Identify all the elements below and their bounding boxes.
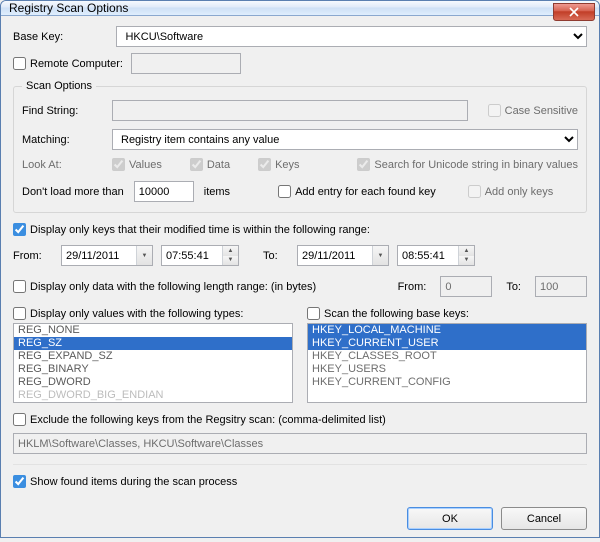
lookat-data-checkbox: Data	[190, 158, 230, 171]
length-from-input	[440, 276, 492, 297]
to-time-input[interactable]: ▲▼	[397, 245, 475, 266]
chevron-down-icon[interactable]: ▼	[372, 246, 388, 265]
spinner-down-icon[interactable]: ▼	[223, 256, 238, 266]
spinner-up-icon[interactable]: ▲	[459, 246, 474, 256]
to-date-input[interactable]: ▼	[297, 245, 389, 266]
exclude-input	[13, 433, 587, 454]
look-at-label: Look At:	[22, 159, 112, 171]
length-from-label: From:	[398, 281, 427, 293]
ok-button[interactable]: OK	[407, 507, 493, 530]
list-item[interactable]: REG_BINARY	[14, 363, 292, 376]
find-string-input	[112, 100, 468, 121]
chevron-down-icon[interactable]: ▼	[136, 246, 152, 265]
lookat-keys-checkbox: Keys	[258, 158, 299, 171]
base-keys-checkbox[interactable]: Scan the following base keys:	[307, 307, 587, 320]
value-types-checkbox[interactable]: Display only values with the following t…	[13, 307, 293, 320]
matching-select[interactable]: Registry item contains any value	[112, 129, 578, 150]
cancel-button[interactable]: Cancel	[501, 507, 587, 530]
length-to-label: To:	[506, 281, 521, 293]
dont-load-suffix: items	[204, 186, 230, 198]
length-to-input	[535, 276, 587, 297]
modified-range-checkbox[interactable]: Display only keys that their modified ti…	[13, 223, 370, 236]
matching-label: Matching:	[22, 134, 112, 146]
exclude-checkbox[interactable]: Exclude the following keys from the Regs…	[13, 413, 386, 426]
window-title: Registry Scan Options	[9, 1, 128, 15]
list-item[interactable]: HKEY_CURRENT_CONFIG	[308, 376, 586, 389]
close-button[interactable]	[553, 3, 595, 21]
close-icon	[569, 7, 579, 17]
dont-load-input[interactable]	[134, 181, 194, 202]
value-types-listbox[interactable]: REG_NONEREG_SZREG_EXPAND_SZREG_BINARYREG…	[13, 323, 293, 403]
dont-load-label: Don't load more than	[22, 186, 124, 198]
list-item[interactable]: REG_EXPAND_SZ	[14, 350, 292, 363]
add-only-keys-checkbox: Add only keys	[468, 185, 553, 198]
remote-computer-checkbox[interactable]: Remote Computer:	[13, 57, 123, 70]
from-date-input[interactable]: ▼	[61, 245, 153, 266]
to-label: To:	[263, 250, 289, 262]
find-string-label: Find String:	[22, 105, 112, 117]
titlebar[interactable]: Registry Scan Options	[1, 1, 599, 16]
list-item[interactable]: HKEY_USERS	[308, 363, 586, 376]
remote-computer-input	[131, 53, 241, 74]
list-item[interactable]: HKEY_CURRENT_USER	[308, 337, 586, 350]
show-found-checkbox[interactable]: Show found items during the scan process	[13, 475, 237, 488]
length-range-checkbox[interactable]: Display only data with the following len…	[13, 280, 316, 293]
list-item[interactable]: REG_NONE	[14, 324, 292, 337]
spinner-up-icon[interactable]: ▲	[223, 246, 238, 256]
list-item[interactable]: HKEY_CLASSES_ROOT	[308, 350, 586, 363]
add-entry-checkbox[interactable]: Add entry for each found key	[278, 185, 436, 198]
search-unicode-checkbox: Search for Unicode string in binary valu…	[357, 158, 578, 171]
scan-options-legend: Scan Options	[22, 80, 96, 92]
base-key-label: Base Key:	[13, 31, 86, 43]
lookat-values-checkbox: Values	[112, 158, 162, 171]
base-keys-listbox[interactable]: HKEY_LOCAL_MACHINEHKEY_CURRENT_USERHKEY_…	[307, 323, 587, 403]
from-time-input[interactable]: ▲▼	[161, 245, 239, 266]
case-sensitive-checkbox: Case Sensitive	[488, 104, 578, 117]
spinner-down-icon[interactable]: ▼	[459, 256, 474, 266]
registry-scan-options-dialog: Registry Scan Options Base Key: HKCU\Sof…	[0, 0, 600, 538]
list-item[interactable]: REG_DWORD_BIG_ENDIAN	[14, 389, 292, 402]
base-key-select[interactable]: HKCU\Software	[116, 26, 587, 47]
from-label: From:	[13, 250, 53, 262]
list-item[interactable]: HKEY_LOCAL_MACHINE	[308, 324, 586, 337]
list-item[interactable]: REG_SZ	[14, 337, 292, 350]
list-item[interactable]: REG_DWORD	[14, 376, 292, 389]
scan-options-group: Scan Options Find String: Case Sensitive…	[13, 80, 587, 213]
